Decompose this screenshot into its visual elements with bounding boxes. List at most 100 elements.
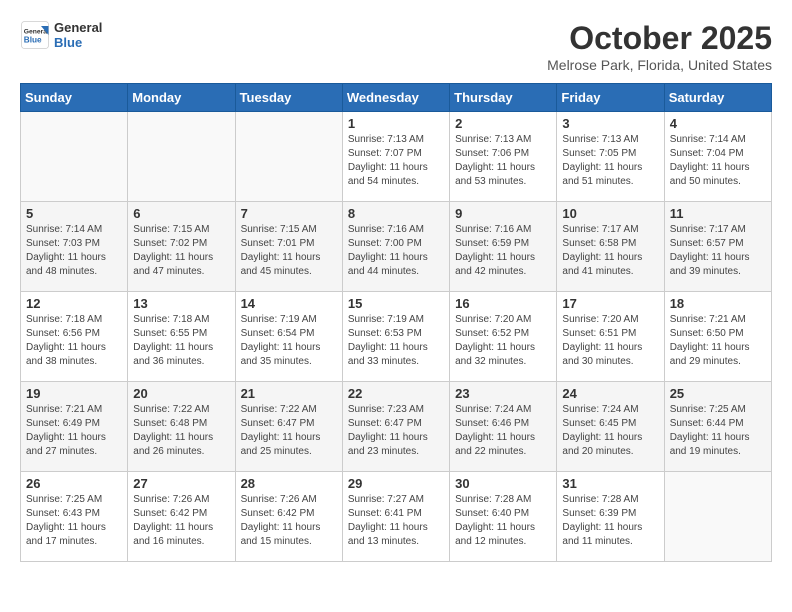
page-header: General Blue General Blue October 2025 M… [20,20,772,73]
location-subtitle: Melrose Park, Florida, United States [547,57,772,73]
weekday-header-friday: Friday [557,84,664,112]
calendar-cell: 3 Sunrise: 7:13 AM Sunset: 7:05 PM Daylig… [557,112,664,202]
calendar-cell: 12 Sunrise: 7:18 AM Sunset: 6:56 PM Dayli… [21,292,128,382]
calendar-week-row: 12 Sunrise: 7:18 AM Sunset: 6:56 PM Dayli… [21,292,772,382]
calendar-cell: 27 Sunrise: 7:26 AM Sunset: 6:42 PM Dayli… [128,472,235,562]
day-info: Sunrise: 7:28 AM Sunset: 6:40 PM Dayligh… [455,493,551,549]
day-number: 26 [26,476,122,491]
weekday-header-row: SundayMondayTuesdayWednesdayThursdayFrid… [21,84,772,112]
calendar-week-row: 19Sunrise: 7:21 AM Sunset: 6:49 PM Dayli… [21,382,772,472]
calendar-cell: 18 Sunrise: 7:21 AM Sunset: 6:50 PM Dayli… [664,292,771,382]
day-info: Sunrise: 7:19 AM Sunset: 6:54 PM Dayligh… [241,313,337,369]
day-info: Sunrise: 7:23 AM Sunset: 6:47 PM Dayligh… [348,403,444,459]
logo-icon: General Blue [20,20,50,50]
calendar-table: SundayMondayTuesdayWednesdayThursdayFrid… [20,83,772,562]
calendar-cell: 1 Sunrise: 7:13 AM Sunset: 7:07 PM Daylig… [342,112,449,202]
weekday-header-sunday: Sunday [21,84,128,112]
logo: General Blue General Blue [20,20,102,50]
day-info: Sunrise: 7:19 AM Sunset: 6:53 PM Dayligh… [348,313,444,369]
calendar-cell: 28 Sunrise: 7:26 AM Sunset: 6:42 PM Dayli… [235,472,342,562]
day-number: 16 [455,296,551,311]
calendar-cell: 14 Sunrise: 7:19 AM Sunset: 6:54 PM Dayli… [235,292,342,382]
day-number: 13 [133,296,229,311]
calendar-cell: 31 Sunrise: 7:28 AM Sunset: 6:39 PM Dayli… [557,472,664,562]
day-info: Sunrise: 7:21 AM Sunset: 6:50 PM Dayligh… [670,313,766,369]
day-info: Sunrise: 7:18 AM Sunset: 6:56 PM Dayligh… [26,313,122,369]
day-info: Sunrise: 7:25 AM Sunset: 6:43 PM Dayligh… [26,493,122,549]
month-title: October 2025 [547,20,772,57]
calendar-cell: 21Sunrise: 7:22 AM Sunset: 6:47 PM Dayli… [235,382,342,472]
calendar-cell: 9Sunrise: 7:16 AM Sunset: 6:59 PM Daylig… [450,202,557,292]
calendar-cell: 24Sunrise: 7:24 AM Sunset: 6:45 PM Dayli… [557,382,664,472]
calendar-cell: 4 Sunrise: 7:14 AM Sunset: 7:04 PM Daylig… [664,112,771,202]
calendar-cell [235,112,342,202]
day-info: Sunrise: 7:28 AM Sunset: 6:39 PM Dayligh… [562,493,658,549]
calendar-cell: 15Sunrise: 7:19 AM Sunset: 6:53 PM Dayli… [342,292,449,382]
day-info: Sunrise: 7:27 AM Sunset: 6:41 PM Dayligh… [348,493,444,549]
weekday-header-monday: Monday [128,84,235,112]
day-number: 17 [562,296,658,311]
day-info: Sunrise: 7:13 AM Sunset: 7:06 PM Dayligh… [455,133,551,189]
calendar-cell: 6Sunrise: 7:15 AM Sunset: 7:02 PM Daylig… [128,202,235,292]
logo-text-blue: Blue [54,35,102,50]
day-number: 4 [670,116,766,131]
day-info: Sunrise: 7:16 AM Sunset: 7:00 PM Dayligh… [348,223,444,279]
day-number: 8 [348,206,444,221]
calendar-cell: 8 Sunrise: 7:16 AM Sunset: 7:00 PM Daylig… [342,202,449,292]
day-info: Sunrise: 7:25 AM Sunset: 6:44 PM Dayligh… [670,403,766,459]
weekday-header-tuesday: Tuesday [235,84,342,112]
day-number: 29 [348,476,444,491]
calendar-cell: 19Sunrise: 7:21 AM Sunset: 6:49 PM Dayli… [21,382,128,472]
day-number: 1 [348,116,444,131]
day-info: Sunrise: 7:26 AM Sunset: 6:42 PM Dayligh… [241,493,337,549]
day-number: 22 [348,386,444,401]
svg-text:Blue: Blue [24,36,42,45]
day-info: Sunrise: 7:16 AM Sunset: 6:59 PM Dayligh… [455,223,551,279]
day-info: Sunrise: 7:13 AM Sunset: 7:05 PM Dayligh… [562,133,658,189]
day-number: 3 [562,116,658,131]
day-info: Sunrise: 7:14 AM Sunset: 7:04 PM Dayligh… [670,133,766,189]
day-info: Sunrise: 7:14 AM Sunset: 7:03 PM Dayligh… [26,223,122,279]
day-number: 31 [562,476,658,491]
calendar-cell: 17 Sunrise: 7:20 AM Sunset: 6:51 PM Dayli… [557,292,664,382]
day-number: 28 [241,476,337,491]
day-info: Sunrise: 7:20 AM Sunset: 6:52 PM Dayligh… [455,313,551,369]
calendar-cell: 13 Sunrise: 7:18 AM Sunset: 6:55 PM Dayli… [128,292,235,382]
day-info: Sunrise: 7:17 AM Sunset: 6:57 PM Dayligh… [670,223,766,279]
calendar-cell: 29 Sunrise: 7:27 AM Sunset: 6:41 PM Dayli… [342,472,449,562]
calendar-cell [21,112,128,202]
calendar-cell [128,112,235,202]
weekday-header-wednesday: Wednesday [342,84,449,112]
day-info: Sunrise: 7:26 AM Sunset: 6:42 PM Dayligh… [133,493,229,549]
day-number: 14 [241,296,337,311]
calendar-cell: 10Sunrise: 7:17 AM Sunset: 6:58 PM Dayli… [557,202,664,292]
day-info: Sunrise: 7:20 AM Sunset: 6:51 PM Dayligh… [562,313,658,369]
calendar-cell: 23Sunrise: 7:24 AM Sunset: 6:46 PM Dayli… [450,382,557,472]
calendar-cell [664,472,771,562]
logo-text-general: General [54,20,102,35]
calendar-week-row: 1 Sunrise: 7:13 AM Sunset: 7:07 PM Daylig… [21,112,772,202]
day-number: 11 [670,206,766,221]
day-number: 6 [133,206,229,221]
calendar-cell: 2Sunrise: 7:13 AM Sunset: 7:06 PM Daylig… [450,112,557,202]
calendar-cell: 5Sunrise: 7:14 AM Sunset: 7:03 PM Daylig… [21,202,128,292]
title-block: October 2025 Melrose Park, Florida, Unit… [547,20,772,73]
day-info: Sunrise: 7:15 AM Sunset: 7:01 PM Dayligh… [241,223,337,279]
calendar-cell: 11 Sunrise: 7:17 AM Sunset: 6:57 PM Dayli… [664,202,771,292]
day-info: Sunrise: 7:21 AM Sunset: 6:49 PM Dayligh… [26,403,122,459]
day-info: Sunrise: 7:22 AM Sunset: 6:48 PM Dayligh… [133,403,229,459]
day-number: 18 [670,296,766,311]
day-info: Sunrise: 7:13 AM Sunset: 7:07 PM Dayligh… [348,133,444,189]
day-info: Sunrise: 7:18 AM Sunset: 6:55 PM Dayligh… [133,313,229,369]
day-number: 27 [133,476,229,491]
calendar-cell: 22 Sunrise: 7:23 AM Sunset: 6:47 PM Dayli… [342,382,449,472]
day-number: 23 [455,386,551,401]
day-info: Sunrise: 7:22 AM Sunset: 6:47 PM Dayligh… [241,403,337,459]
weekday-header-thursday: Thursday [450,84,557,112]
day-number: 12 [26,296,122,311]
day-number: 25 [670,386,766,401]
day-info: Sunrise: 7:24 AM Sunset: 6:45 PM Dayligh… [562,403,658,459]
day-info: Sunrise: 7:17 AM Sunset: 6:58 PM Dayligh… [562,223,658,279]
day-number: 7 [241,206,337,221]
day-number: 30 [455,476,551,491]
